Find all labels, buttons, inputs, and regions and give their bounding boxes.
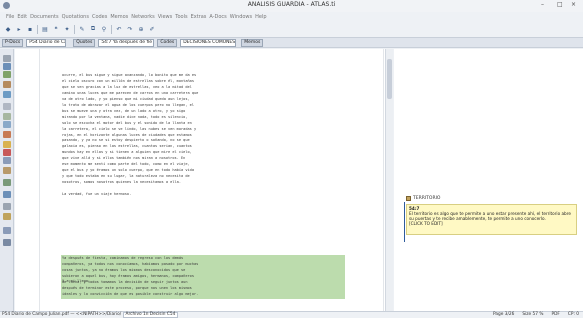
- code-name: TERRITORIO: [413, 196, 441, 201]
- vertical-tool-icon[interactable]: [3, 131, 11, 138]
- vertical-tool-icon[interactable]: [3, 167, 11, 174]
- undo-icon[interactable]: ↶: [115, 25, 123, 33]
- vertical-tool-icon[interactable]: [3, 71, 11, 78]
- menu-memos[interactable]: Memos: [110, 12, 128, 22]
- comment-text: El territorio es algo que te permite a u…: [409, 211, 571, 221]
- code-icon: [406, 196, 411, 201]
- quotation-bracket: [404, 202, 405, 242]
- document-paragraph: Y a mi llega: [62, 279, 88, 283]
- menu-documents[interactable]: Documents: [30, 12, 59, 22]
- document-page: ocurre, el bus sigue y sigue avanzando, …: [39, 49, 384, 311]
- toolbar-divider: [74, 24, 75, 34]
- vertical-tool-icon[interactable]: [3, 203, 11, 210]
- vertical-tool-icon[interactable]: [3, 227, 11, 234]
- vertical-tool-icon[interactable]: [3, 149, 11, 156]
- menu-quotations[interactable]: Quotations: [62, 12, 89, 22]
- minimize-button[interactable]: –: [541, 1, 544, 8]
- window-title: ANALISIS GUARDIA - ATLAS.ti: [247, 1, 336, 8]
- page-indicator: Page 3/26: [492, 312, 515, 317]
- code-select[interactable]: DECISIONES COMUNES ∨: [180, 38, 237, 47]
- vertical-tool-icon[interactable]: [3, 55, 11, 62]
- memos-button[interactable]: Memos: [241, 38, 264, 47]
- document-pane: ocurre, el bus sigue y sigue avanzando, …: [15, 49, 393, 311]
- menu-edit[interactable]: Edit: [17, 12, 27, 22]
- vertical-tool-icon[interactable]: [3, 179, 11, 186]
- status-right: Page 3/26 Size 57 % PDF CP: 0: [493, 312, 579, 318]
- title-bar: ANALISIS GUARDIA - ATLAS.ti – □ ×: [0, 0, 583, 12]
- codes-button[interactable]: Codes: [157, 38, 178, 47]
- menu-networks[interactable]: Networks: [131, 12, 154, 22]
- vertical-tool-icon[interactable]: [3, 157, 11, 164]
- menu-windows[interactable]: Windows: [230, 12, 252, 22]
- vertical-tool-icon[interactable]: [3, 191, 11, 198]
- menu-extras[interactable]: Extras: [191, 12, 207, 22]
- document-path: P54 Diario de Campo Julian.pdf — <<NIPAT…: [2, 312, 122, 317]
- status-left: P54 Diario de Campo Julian.pdf — <<NIPAT…: [2, 312, 179, 318]
- atlas-window: ANALISIS GUARDIA - ATLAS.ti – □ × File E…: [0, 0, 583, 318]
- new-icon[interactable]: ◆: [4, 25, 12, 33]
- vertical-tool-icon[interactable]: [3, 103, 11, 110]
- vertical-tool-icon[interactable]: [3, 91, 11, 98]
- quote-select[interactable]: 54:7 Ya después de fie ∨: [98, 38, 155, 47]
- vertical-toolbar: [0, 49, 14, 311]
- vertical-tool-icon[interactable]: [3, 113, 11, 120]
- open-icon[interactable]: ▸: [15, 25, 23, 33]
- pdoc-select[interactable]: P54 Diario de Campo_J ∨: [26, 38, 67, 47]
- status-bar: P54 Diario de Campo Julian.pdf — <<NIPAT…: [0, 311, 583, 318]
- pen-icon[interactable]: ✐: [148, 25, 156, 33]
- zoom-indicator[interactable]: Size 57 %: [522, 312, 543, 318]
- menu-tools[interactable]: Tools: [175, 12, 187, 22]
- menu-bar: File Edit Documents Quotations Codes Mem…: [0, 12, 583, 22]
- search-icon[interactable]: ⚲: [100, 25, 108, 33]
- code-icon[interactable]: ✦: [63, 25, 71, 33]
- redo-icon[interactable]: ↷: [126, 25, 134, 33]
- vertical-tool-icon[interactable]: [3, 239, 11, 246]
- maximize-button[interactable]: □: [557, 1, 563, 8]
- quotes-button[interactable]: Quotes: [73, 38, 96, 47]
- toolbar-divider: [111, 24, 112, 34]
- scrollbar-thumb[interactable]: [387, 59, 392, 99]
- vertical-tool-icon[interactable]: [3, 213, 11, 220]
- zoom-icon[interactable]: ⊕: [137, 25, 145, 33]
- code-tag[interactable]: TERRITORIO: [406, 196, 440, 201]
- document-paragraph: ocurre, el bus sigue y sigue avanzando, …: [62, 73, 199, 197]
- cp-indicator: CP: 0: [567, 312, 579, 317]
- vertical-tool-icon[interactable]: [3, 63, 11, 70]
- close-button[interactable]: ×: [571, 1, 576, 8]
- vertical-scrollbar[interactable]: [385, 49, 393, 311]
- menu-file[interactable]: File: [6, 12, 14, 22]
- quotation-comment[interactable]: 54:7 El territorio es algo que te permit…: [406, 204, 577, 235]
- highlighted-quotation[interactable]: Ya después de fiesta, caminamos de regre…: [61, 255, 345, 299]
- menu-codes[interactable]: Codes: [92, 12, 107, 22]
- save-icon[interactable]: ▪: [26, 25, 34, 33]
- memo-icon[interactable]: ✎: [78, 25, 86, 33]
- menu-views[interactable]: Views: [158, 12, 172, 22]
- menu-a-docs[interactable]: A-Docs: [209, 12, 226, 22]
- menu-help[interactable]: Help: [255, 12, 266, 22]
- toolbar-divider: [37, 24, 38, 34]
- main-toolbar: ◆ ▸ ▪ ▤ ❝ ✦ ✎ ⧉ ⚲ ↶ ↷ ⊕ ✐: [0, 22, 583, 36]
- margin-area: TERRITORIO 54:7 El territorio es algo qu…: [394, 49, 583, 311]
- vertical-tool-icon[interactable]: [3, 141, 11, 148]
- document-icon[interactable]: ▤: [41, 25, 49, 33]
- vertical-tool-icon[interactable]: [3, 81, 11, 88]
- pdocs-button[interactable]: P-Docs: [2, 38, 24, 47]
- format-indicator: PDF: [551, 312, 560, 317]
- document-selector-bar: P-Docs P54 Diario de Campo_J ∨ Quotes 54…: [0, 37, 583, 48]
- quotation-icon[interactable]: ❝: [52, 25, 60, 33]
- document-tab[interactable]: Archivo 1n Decisin C54: [122, 312, 179, 318]
- vertical-tool-icon[interactable]: [3, 121, 11, 128]
- comment-edit-hint[interactable]: [CLICK TO EDIT]: [409, 221, 574, 226]
- network-icon[interactable]: ⧉: [89, 25, 97, 33]
